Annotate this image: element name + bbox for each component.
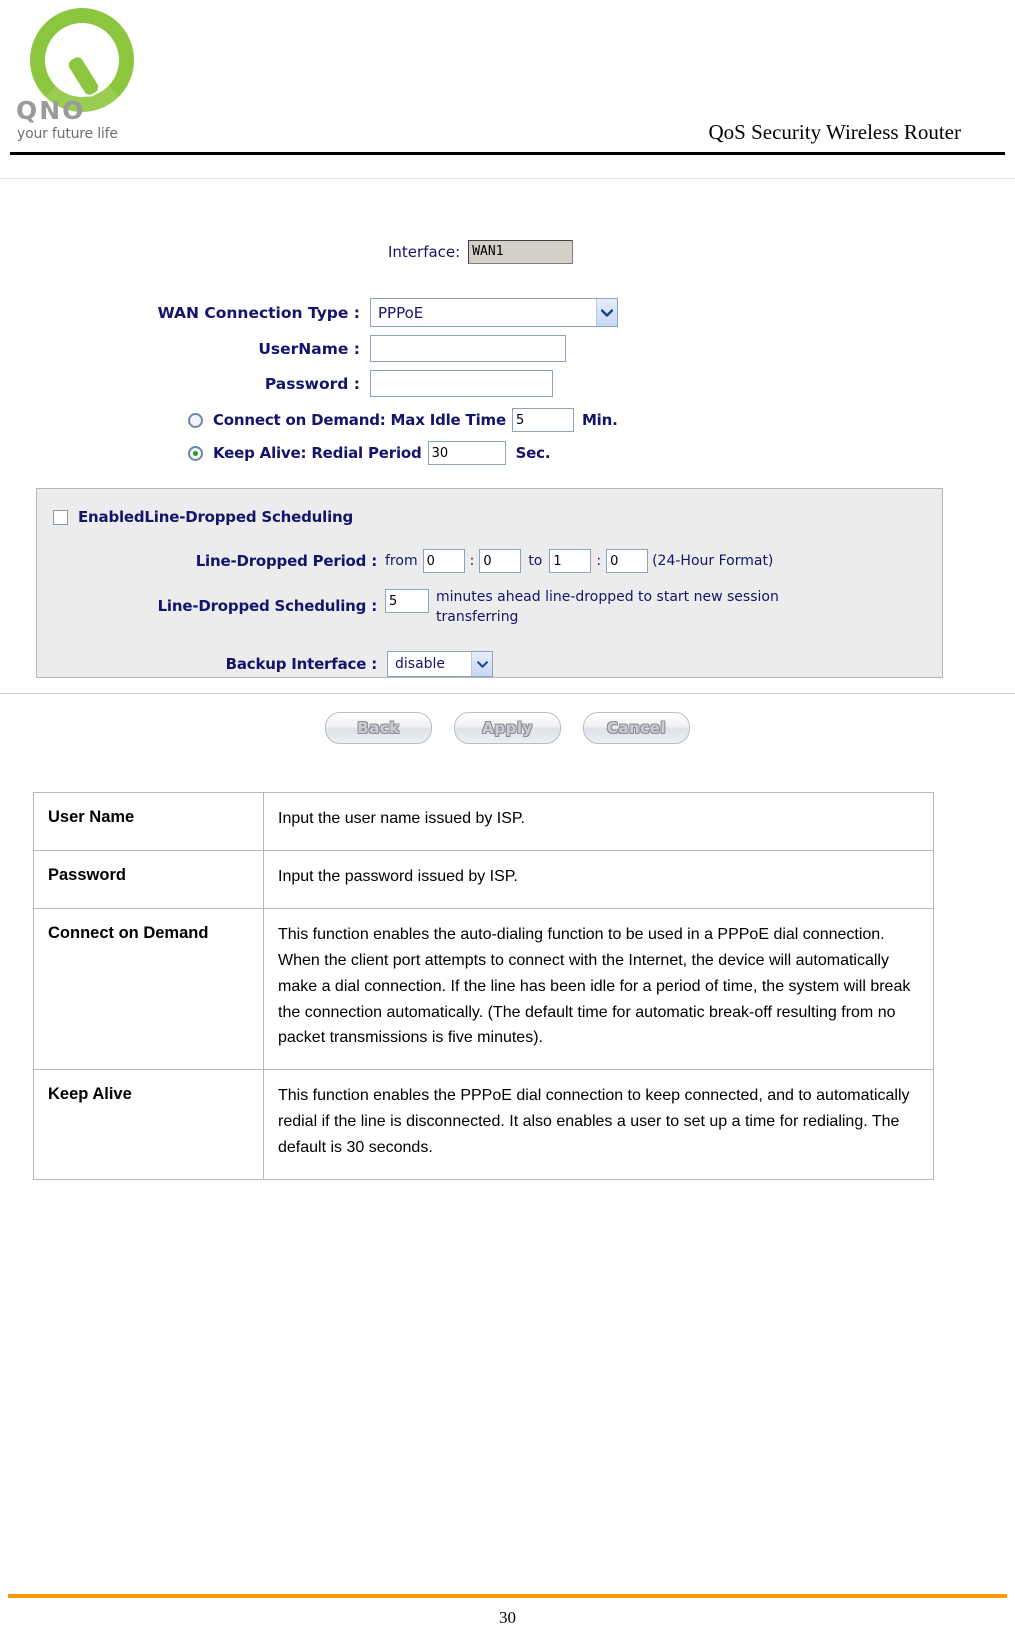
redial-period-input[interactable] (427, 441, 506, 465)
logo-tagline: your future life (17, 126, 118, 142)
connect-on-demand-label: Connect on Demand: Max Idle Time (213, 411, 506, 429)
scheduling-minutes-input[interactable] (385, 589, 429, 613)
username-label: UserName : (258, 339, 360, 358)
page-number: 30 (499, 1608, 516, 1627)
router-config-screenshot: Interface: WAN1 WAN Connection Type : PP… (0, 178, 1015, 758)
enable-scheduling-checkbox[interactable] (53, 509, 68, 525)
backup-interface-label: Backup Interface : (225, 655, 378, 673)
row-key: Password (33, 849, 264, 909)
field-description-body: User Name Input the user name issued by … (33, 792, 934, 1181)
logo-wordmark: QNO (16, 96, 86, 125)
row-key: Connect on Demand (33, 907, 264, 1071)
backup-interface-row: Backup Interface : disable (177, 651, 493, 677)
to-word: to (528, 553, 543, 569)
scheduling-note-line1: minutes ahead line-dropped to start new … (436, 589, 779, 605)
row-value: This function enables the PPPoE dial con… (263, 1069, 934, 1181)
table-row: Connect on Demand This function enables … (33, 907, 934, 1071)
line-dropped-period-row: Line-Dropped Period : from : to : (24-Ho… (187, 549, 773, 573)
row-key: User Name (33, 792, 264, 851)
action-button-bar: Back Apply Cancel (0, 712, 1015, 744)
scheduling-note-line2: transferring (436, 609, 519, 625)
wan-connection-type-row: WAN Connection Type : PPPoE (142, 298, 622, 327)
username-row: UserName : (142, 335, 622, 362)
apply-button[interactable]: Apply (454, 712, 561, 744)
from-word: from (385, 553, 418, 569)
interface-label: Interface: (388, 243, 461, 261)
line-dropped-scheduling-label: Line-Dropped Scheduling : (157, 597, 378, 615)
qno-logo: QNO your future life (14, 6, 134, 146)
max-idle-time-unit: Min. (581, 411, 618, 429)
keep-alive-label: Keep Alive: Redial Period (213, 444, 422, 462)
field-description-table: User Name Input the user name issued by … (33, 792, 934, 1181)
wan-connection-type-label: WAN Connection Type : (157, 303, 360, 322)
cancel-button[interactable]: Cancel (583, 712, 690, 744)
from-time-colon: : (469, 553, 475, 569)
table-row: User Name Input the user name issued by … (33, 792, 934, 851)
wan-connection-type-value: PPPoE (378, 303, 424, 322)
connect-on-demand-row: Connect on Demand: Max Idle Time Min. (188, 408, 618, 432)
to-minute-input[interactable] (606, 549, 649, 573)
username-input[interactable] (370, 335, 566, 362)
connect-on-demand-radio[interactable] (188, 412, 203, 428)
scheduling-note: minutes ahead line-dropped to start new … (436, 589, 779, 625)
password-input[interactable] (370, 370, 553, 397)
backup-interface-select[interactable]: disable (387, 651, 493, 677)
back-button[interactable]: Back (325, 712, 432, 744)
interface-value: WAN1 (468, 240, 574, 264)
row-value: This function enables the auto-dialing f… (263, 907, 934, 1071)
backup-interface-value: disable (395, 656, 446, 672)
row-value: Input the user name issued by ISP. (263, 792, 934, 851)
page-title: QoS Security Wireless Router (708, 120, 961, 144)
header-divider (10, 152, 1005, 155)
page-header: QNO your future life QoS Security Wirele… (0, 0, 1015, 160)
chevron-down-icon[interactable] (596, 299, 617, 326)
redial-period-unit: Sec. (515, 444, 551, 462)
row-key: Keep Alive (33, 1069, 264, 1181)
enable-scheduling-label: EnabledLine-Dropped Scheduling (78, 508, 354, 526)
interface-row: Interface: WAN1 (388, 240, 574, 264)
keep-alive-row: Keep Alive: Redial Period Sec. (188, 441, 551, 465)
logo-q-icon (24, 6, 134, 112)
row-value: Input the password issued by ISP. (263, 849, 934, 909)
line-dropped-period-label: Line-Dropped Period : (195, 552, 378, 570)
max-idle-time-input[interactable] (511, 408, 574, 432)
time-format-note: (24-Hour Format) (652, 553, 774, 569)
screenshot-divider (0, 693, 1015, 694)
screenshot-top-edge (0, 178, 1015, 179)
password-row: Password : (142, 370, 622, 397)
line-dropped-scheduling-panel: EnabledLine-Dropped Scheduling Line-Drop… (36, 488, 943, 678)
table-row: Password Input the password issued by IS… (33, 849, 934, 909)
chevron-down-icon[interactable] (471, 652, 492, 676)
from-hour-input[interactable] (422, 549, 465, 573)
wan-connection-type-select[interactable]: PPPoE (370, 298, 618, 327)
keep-alive-radio[interactable] (188, 445, 203, 461)
line-dropped-scheduling-row: Line-Dropped Scheduling : minutes ahead … (149, 589, 779, 625)
to-time-colon: : (596, 553, 602, 569)
to-hour-input[interactable] (549, 549, 592, 573)
from-minute-input[interactable] (479, 549, 522, 573)
table-row: Keep Alive This function enables the PPP… (33, 1069, 934, 1181)
footer-divider (8, 1594, 1007, 1598)
password-label: Password : (264, 374, 360, 393)
enable-scheduling-row: EnabledLine-Dropped Scheduling (53, 508, 353, 526)
